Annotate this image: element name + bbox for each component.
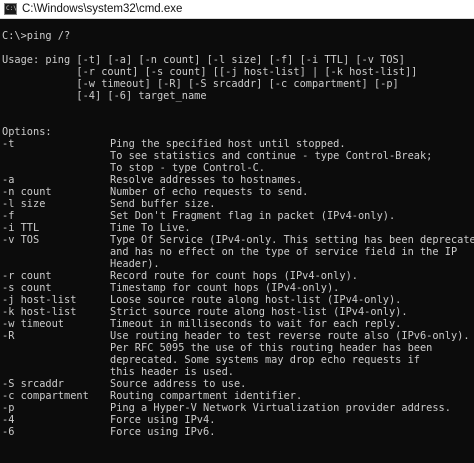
option-row: -p Ping a Hyper-V Network Virtualization … [0,402,474,414]
option-row: -l size Send buffer size. [0,198,474,210]
option-flag: -f [2,210,15,222]
option-row: -S srcaddr Source address to use. [0,378,474,390]
option-row: -4 Force using IPv4. [0,414,474,426]
option-row: -6 Force using IPv6. [0,426,474,438]
option-row: -a Resolve addresses to hostnames. [0,174,474,186]
option-row: -i TTL Time To Live. [0,222,474,234]
console-output[interactable]: C:\>ping /? Usage: ping [-t] [-a] [-n co… [0,19,474,463]
option-row: Header). [0,258,474,270]
option-description: Timeout in milliseconds to wait for each… [110,318,402,330]
option-row: this header is used. [0,366,474,378]
option-flag: -n count [2,186,52,198]
option-description: Type Of Service (IPv4-only. This setting… [110,234,474,246]
options-header: Options: [2,126,52,138]
option-row: -j host-list Loose source route along hos… [0,294,474,306]
title-bar[interactable]: C:\ C:\Windows\system32\cmd.exe [0,0,474,19]
option-description: Set Don't Fragment flag in packet (IPv4-… [110,210,396,222]
option-flag: -i TTL [2,222,40,234]
option-description: Force using IPv6. [110,426,216,438]
option-row: -v TOS Type Of Service (IPv4-only. This s… [0,234,474,246]
option-description: Send buffer size. [110,198,216,210]
option-row: -w timeout Timeout in milliseconds to wai… [0,318,474,330]
option-flag: -s count [2,282,52,294]
option-description: deprecated. Some systems may drop echo r… [110,354,420,366]
option-row: -k host-list Strict source route along ho… [0,306,474,318]
option-row: -R Use routing header to test reverse rou… [0,330,474,342]
option-flag: -R [2,330,15,342]
option-flag: -k host-list [2,306,77,318]
option-flag: -c compartment [2,390,89,402]
option-description: this header is used. [110,366,234,378]
option-row: To stop - type Control-C. [0,162,474,174]
option-description: Loose source route along host-list (IPv4… [110,294,402,306]
option-flag: -a [2,174,15,186]
cmd-icon[interactable]: C:\ [4,3,17,15]
option-row: -s count Timestamp for count hops (IPv4-o… [0,282,474,294]
option-flag: -r count [2,270,52,282]
command-prompt-line: C:\>ping /? [2,30,71,42]
window-title: C:\Windows\system32\cmd.exe [22,3,183,15]
option-description: Number of echo requests to send. [110,186,309,198]
option-description: Force using IPv4. [110,414,216,426]
option-description: Timestamp for count hops (IPv4-only). [110,282,340,294]
usage-line: [-4] [-6] target_name [2,90,207,102]
option-description: Source address to use. [110,378,247,390]
option-description: To stop - type Control-C. [110,162,265,174]
option-row: deprecated. Some systems may drop echo r… [0,354,474,366]
option-flag: -p [2,402,15,414]
option-description: Strict source route along host-list (IPv… [110,306,408,318]
option-description: Resolve addresses to hostnames. [110,174,303,186]
option-flag: -4 [2,414,15,426]
option-description: Record route for count hops (IPv4-only). [110,270,358,282]
option-flag: -l size [2,198,46,210]
option-description: Ping the specified host until stopped. [110,138,346,150]
option-description: Ping a Hyper-V Network Virtualization pr… [110,402,451,414]
option-flag: -w timeout [2,318,64,330]
option-row: -t Ping the specified host until stopped. [0,138,474,150]
option-description: Use routing header to test reverse route… [110,330,470,342]
option-description: Routing compartment identifier. [110,390,303,402]
option-flag: -j host-list [2,294,77,306]
option-row: -f Set Don't Fragment flag in packet (IPv… [0,210,474,222]
option-row: and has no effect on the type of service… [0,246,474,258]
option-row: To see statistics and continue - type Co… [0,150,474,162]
option-description: To see statistics and continue - type Co… [110,150,433,162]
option-description: Per RFC 5095 the use of this routing hea… [110,342,433,354]
option-flag: -t [2,138,15,150]
option-flag: -S srcaddr [2,378,64,390]
option-row: Per RFC 5095 the use of this routing hea… [0,342,474,354]
option-description: and has no effect on the type of service… [110,246,458,258]
option-flag: -6 [2,426,15,438]
option-row: -r count Record route for count hops (IPv… [0,270,474,282]
option-description: Time To Live. [110,222,191,234]
usage-line: Usage: ping [-t] [-a] [-n count] [-l siz… [2,54,405,66]
option-flag: -v TOS [2,234,40,246]
usage-line: [-w timeout] [-R] [-S srcaddr] [-c compa… [2,78,399,90]
option-description: Header). [110,258,160,270]
cmd-window: C:\ C:\Windows\system32\cmd.exe C:\>ping… [0,0,474,463]
option-row: -c compartment Routing compartment identi… [0,390,474,402]
option-row: -n count Number of echo requests to send. [0,186,474,198]
usage-line: [-r count] [-s count] [[-j host-list] | … [2,66,418,78]
